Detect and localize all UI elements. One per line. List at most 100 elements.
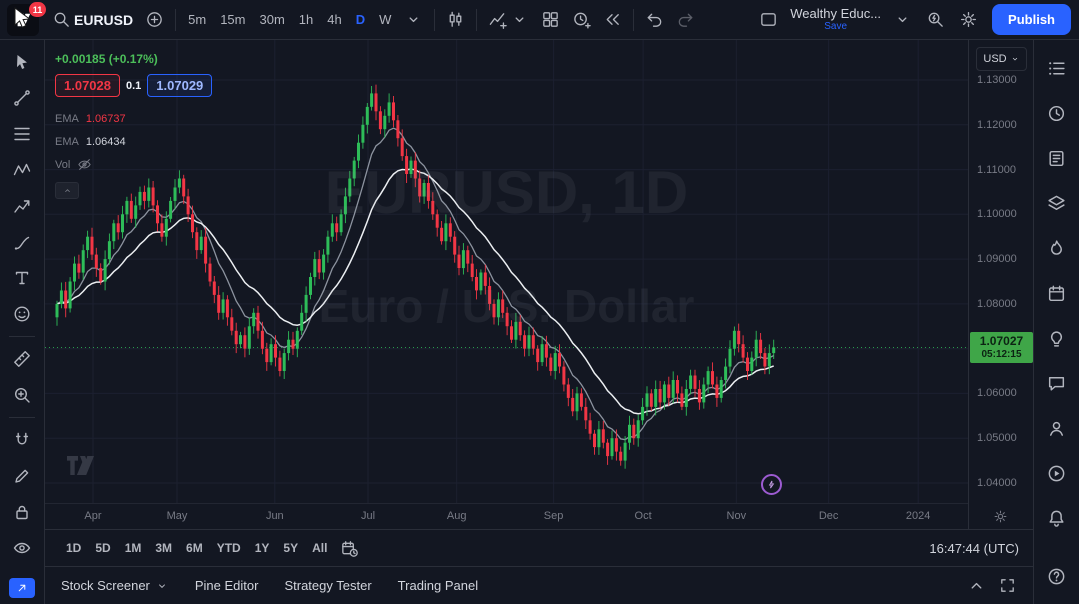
chat-button[interactable]: [1037, 363, 1077, 403]
interval-5m[interactable]: 5m: [181, 7, 213, 32]
interval-W[interactable]: W: [372, 7, 398, 32]
flame-button[interactable]: [1037, 228, 1077, 268]
zoom-tool-button[interactable]: [3, 377, 41, 413]
compare-add-button[interactable]: [139, 5, 170, 34]
settings-button[interactable]: [953, 5, 984, 34]
range-all-button[interactable]: All: [305, 536, 334, 560]
time-axis[interactable]: AprMayJunJulAugSepOctNovDec2024: [45, 503, 968, 529]
interval-15m[interactable]: 15m: [213, 7, 252, 32]
cursor-tool-button[interactable]: [3, 44, 41, 80]
chevron-down-icon: [155, 579, 169, 593]
magnet-tool-button[interactable]: [3, 422, 41, 458]
alerts-button[interactable]: [1037, 93, 1077, 133]
range-5d-button[interactable]: 5D: [88, 536, 117, 560]
chart-plot[interactable]: EURUSD, 1D Euro / U.S. Dollar +0.00185 (…: [45, 40, 968, 503]
sell-button[interactable]: 1.07028: [55, 74, 120, 97]
tab-label: Strategy Tester: [284, 578, 371, 593]
quick-arrow-button[interactable]: [9, 578, 35, 598]
economic-event-icon[interactable]: [761, 474, 782, 495]
lock-tool-button[interactable]: [3, 494, 41, 530]
layers-icon: [1046, 193, 1067, 214]
range-6m-button[interactable]: 6M: [179, 536, 210, 560]
undo-button[interactable]: [639, 5, 670, 34]
publish-button[interactable]: Publish: [992, 4, 1071, 35]
tab-stock-screener[interactable]: Stock Screener: [61, 578, 169, 593]
range-5y-button[interactable]: 5Y: [276, 536, 305, 560]
range-1y-button[interactable]: 1Y: [248, 536, 277, 560]
bar-replay-button[interactable]: [597, 5, 628, 34]
y-tick: 1.06000: [977, 387, 1017, 399]
grid-layout-icon: [541, 10, 560, 29]
chart-type-button[interactable]: [440, 5, 471, 34]
interval-menu-button[interactable]: [398, 5, 429, 34]
indicator-row-ema1[interactable]: EMA 1.06737: [55, 107, 212, 130]
panel-maximize-button[interactable]: [998, 576, 1017, 595]
layout-menu-button[interactable]: [887, 5, 918, 34]
interval-4h[interactable]: 4h: [320, 7, 348, 32]
trend-line-icon: [12, 88, 32, 108]
indicators-button[interactable]: [482, 5, 535, 34]
indicator-value: 1.06737: [86, 113, 126, 125]
scale-settings-gear-icon[interactable]: [993, 509, 1008, 524]
price-change: +0.00185 (+0.17%): [55, 52, 212, 66]
help-button[interactable]: [1037, 556, 1077, 596]
indicator-row-ema2[interactable]: EMA 1.06434: [55, 130, 212, 153]
chart-legend: +0.00185 (+0.17%) 1.07028 0.1 1.07029 EM…: [55, 52, 212, 199]
eye-tool-button[interactable]: [3, 530, 41, 566]
indicator-templates-button[interactable]: [535, 5, 566, 34]
magnet-icon: [12, 430, 32, 450]
range-1m-button[interactable]: 1M: [118, 536, 149, 560]
price-scale[interactable]: USD 1.130001.120001.110001.100001.090001…: [968, 40, 1033, 529]
tab-strategy-tester[interactable]: Strategy Tester: [284, 578, 371, 593]
bell-button[interactable]: [1037, 498, 1077, 538]
news-button[interactable]: [1037, 138, 1077, 178]
measure-icon: [12, 349, 32, 369]
brush-tool-button[interactable]: [3, 224, 41, 260]
range-ytd-button[interactable]: YTD: [210, 536, 248, 560]
pattern-icon: [12, 160, 32, 180]
pattern-tool-button[interactable]: [3, 152, 41, 188]
panel-collapse-button[interactable]: [967, 576, 986, 595]
undo-icon: [645, 10, 664, 29]
layout-button[interactable]: [753, 5, 784, 34]
person-button[interactable]: [1037, 408, 1077, 448]
text-tool-button[interactable]: [3, 260, 41, 296]
play-icon: [1046, 463, 1067, 484]
x-tick: 2024: [906, 510, 930, 522]
tab-trading-panel[interactable]: Trading Panel: [398, 578, 478, 593]
interval-D[interactable]: D: [349, 7, 372, 32]
buy-button[interactable]: 1.07029: [147, 74, 212, 97]
emoji-tool-button[interactable]: [3, 296, 41, 332]
indicator-row-volume[interactable]: Vol: [55, 153, 212, 176]
trend-line-tool-button[interactable]: [3, 80, 41, 116]
watchlist-button[interactable]: [1037, 48, 1077, 88]
create-alert-button[interactable]: [566, 5, 597, 34]
redo-button[interactable]: [670, 5, 701, 34]
tab-label: Stock Screener: [61, 578, 150, 593]
quick-search-button[interactable]: [920, 5, 951, 34]
save-layout-button[interactable]: Wealthy Educ... Save: [786, 7, 885, 32]
interval-list: 5m15m30m1h4hDW: [181, 7, 398, 32]
calendar-clock-icon: [340, 539, 359, 558]
tab-pine-editor[interactable]: Pine Editor: [195, 578, 259, 593]
pencil-icon: [12, 466, 32, 486]
go-to-date-button[interactable]: [340, 539, 359, 558]
interval-30m[interactable]: 30m: [252, 7, 291, 32]
fib-tool-button[interactable]: [3, 116, 41, 152]
calendar-button[interactable]: [1037, 273, 1077, 313]
interval-1h[interactable]: 1h: [292, 7, 320, 32]
layers-button[interactable]: [1037, 183, 1077, 223]
range-1d-button[interactable]: 1D: [59, 536, 88, 560]
mouse-cursor: [11, 7, 33, 31]
idea-button[interactable]: [1037, 318, 1077, 358]
currency-dropdown[interactable]: USD: [976, 47, 1027, 71]
forecast-tool-button[interactable]: [3, 188, 41, 224]
symbol-search-button[interactable]: EURUSD: [46, 5, 139, 34]
divider: [476, 9, 477, 31]
pencil-tool-button[interactable]: [3, 458, 41, 494]
panel-right-icons: [967, 576, 1017, 595]
range-3m-button[interactable]: 3M: [148, 536, 179, 560]
legend-collapse-button[interactable]: [55, 182, 79, 199]
measure-tool-button[interactable]: [3, 341, 41, 377]
play-button[interactable]: [1037, 453, 1077, 493]
